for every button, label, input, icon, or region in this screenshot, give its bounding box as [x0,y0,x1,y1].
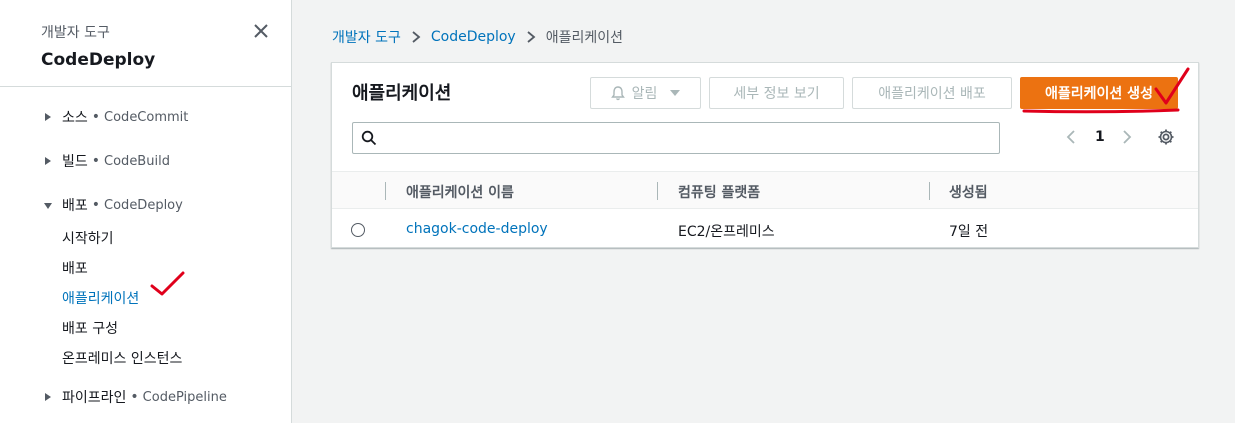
create-application-button[interactable]: 애플리케이션 생성 [1020,77,1178,109]
view-details-button[interactable]: 세부 정보 보기 [709,77,844,109]
chevron-right-icon[interactable] [1121,129,1133,149]
sidebar-section-deploy[interactable]: 배포 • CodeDeploy [42,195,183,215]
sidebar-section-service: CodePipeline [142,389,227,405]
sidebar-section-label: 배포 [62,198,88,214]
breadcrumb-current: 애플리케이션 [545,30,624,46]
column-separator [385,182,386,200]
breadcrumb: 개발자 도구 CodeDeploy 애플리케이션 [332,27,623,47]
bullet-icon: • [91,109,101,125]
sidebar-section-service: CodeDeploy [104,197,183,213]
sidebar-section-service: CodeCommit [104,109,189,125]
sidebar-divider [0,86,291,87]
caret-down-icon [669,88,681,98]
close-icon[interactable] [251,21,271,41]
search-box [352,122,1000,154]
column-separator[interactable] [657,182,658,200]
sidebar-section-build[interactable]: 빌드 • CodeBuild [42,151,170,171]
sidebar-title: CodeDeploy [41,50,156,70]
sidebar-section-label: 소스 [62,110,88,126]
applications-panel: 애플리케이션 알림 세부 정보 보기 애플리케이션 배포 애플리케이션 생성 1 [331,62,1199,248]
breadcrumb-developer-tools[interactable]: 개발자 도구 [332,27,401,47]
bullet-icon: • [91,197,101,213]
notify-button-label: 알림 [631,86,658,102]
sidebar-section-pipeline[interactable]: 파이프라인 • CodePipeline [42,387,227,407]
deploy-application-button[interactable]: 애플리케이션 배포 [852,77,1012,109]
sidebar-section-source[interactable]: 소스 • CodeCommit [42,107,188,127]
sidebar-item-deployment-configs[interactable]: 배포 구성 [62,318,118,338]
page-number[interactable]: 1 [1095,129,1105,145]
chevron-left-icon[interactable] [1065,129,1077,149]
application-name-link[interactable]: chagok-code-deploy [406,221,548,237]
row-select-radio[interactable] [351,223,365,237]
bell-icon [610,85,626,101]
sidebar-subtitle: 개발자 도구 [41,25,110,41]
caret-right-icon [42,391,54,403]
sidebar-header: 개발자 도구 CodeDeploy [41,22,155,70]
caret-right-icon [42,111,54,123]
notify-button[interactable]: 알림 [590,77,701,109]
column-separator[interactable] [929,182,930,200]
caret-right-icon [42,155,54,167]
created-cell: 7일 전 [949,224,989,240]
sidebar-section-label: 빌드 [62,154,88,170]
sidebar-item-getting-started[interactable]: 시작하기 [62,228,114,248]
bullet-icon: • [91,153,101,169]
sidebar-item-deployments[interactable]: 배포 [62,258,88,278]
column-header-platform[interactable]: 컴퓨팅 플랫폼 [678,182,760,202]
search-icon [361,130,377,150]
gear-icon[interactable] [1157,128,1175,150]
search-input[interactable] [383,125,993,151]
compute-platform-cell: EC2/온프레미스 [678,224,775,240]
column-header-created[interactable]: 생성됨 [949,182,988,202]
sidebar-section-label: 파이프라인 [62,390,127,406]
panel-title: 애플리케이션 [352,83,452,104]
column-header-name[interactable]: 애플리케이션 이름 [406,182,514,202]
chevron-right-icon [526,31,536,43]
sidebar-item-onprem-instances[interactable]: 온프레미스 인스턴스 [62,348,182,368]
caret-down-icon [42,199,54,211]
sidebar: 개발자 도구 CodeDeploy 소스 • CodeCommit 빌드 • C… [0,0,292,423]
table-row: chagok-code-deploy EC2/온프레미스 7일 전 [332,210,1198,248]
sidebar-item-applications[interactable]: 애플리케이션 [62,288,139,308]
sidebar-section-service: CodeBuild [104,153,170,169]
bullet-icon: • [130,389,139,405]
chevron-right-icon [411,31,421,43]
breadcrumb-codedeploy[interactable]: CodeDeploy [431,29,516,45]
check-annotation-icon [150,271,185,296]
table-header: 애플리케이션 이름 컴퓨팅 플랫폼 생성됨 [332,171,1198,209]
